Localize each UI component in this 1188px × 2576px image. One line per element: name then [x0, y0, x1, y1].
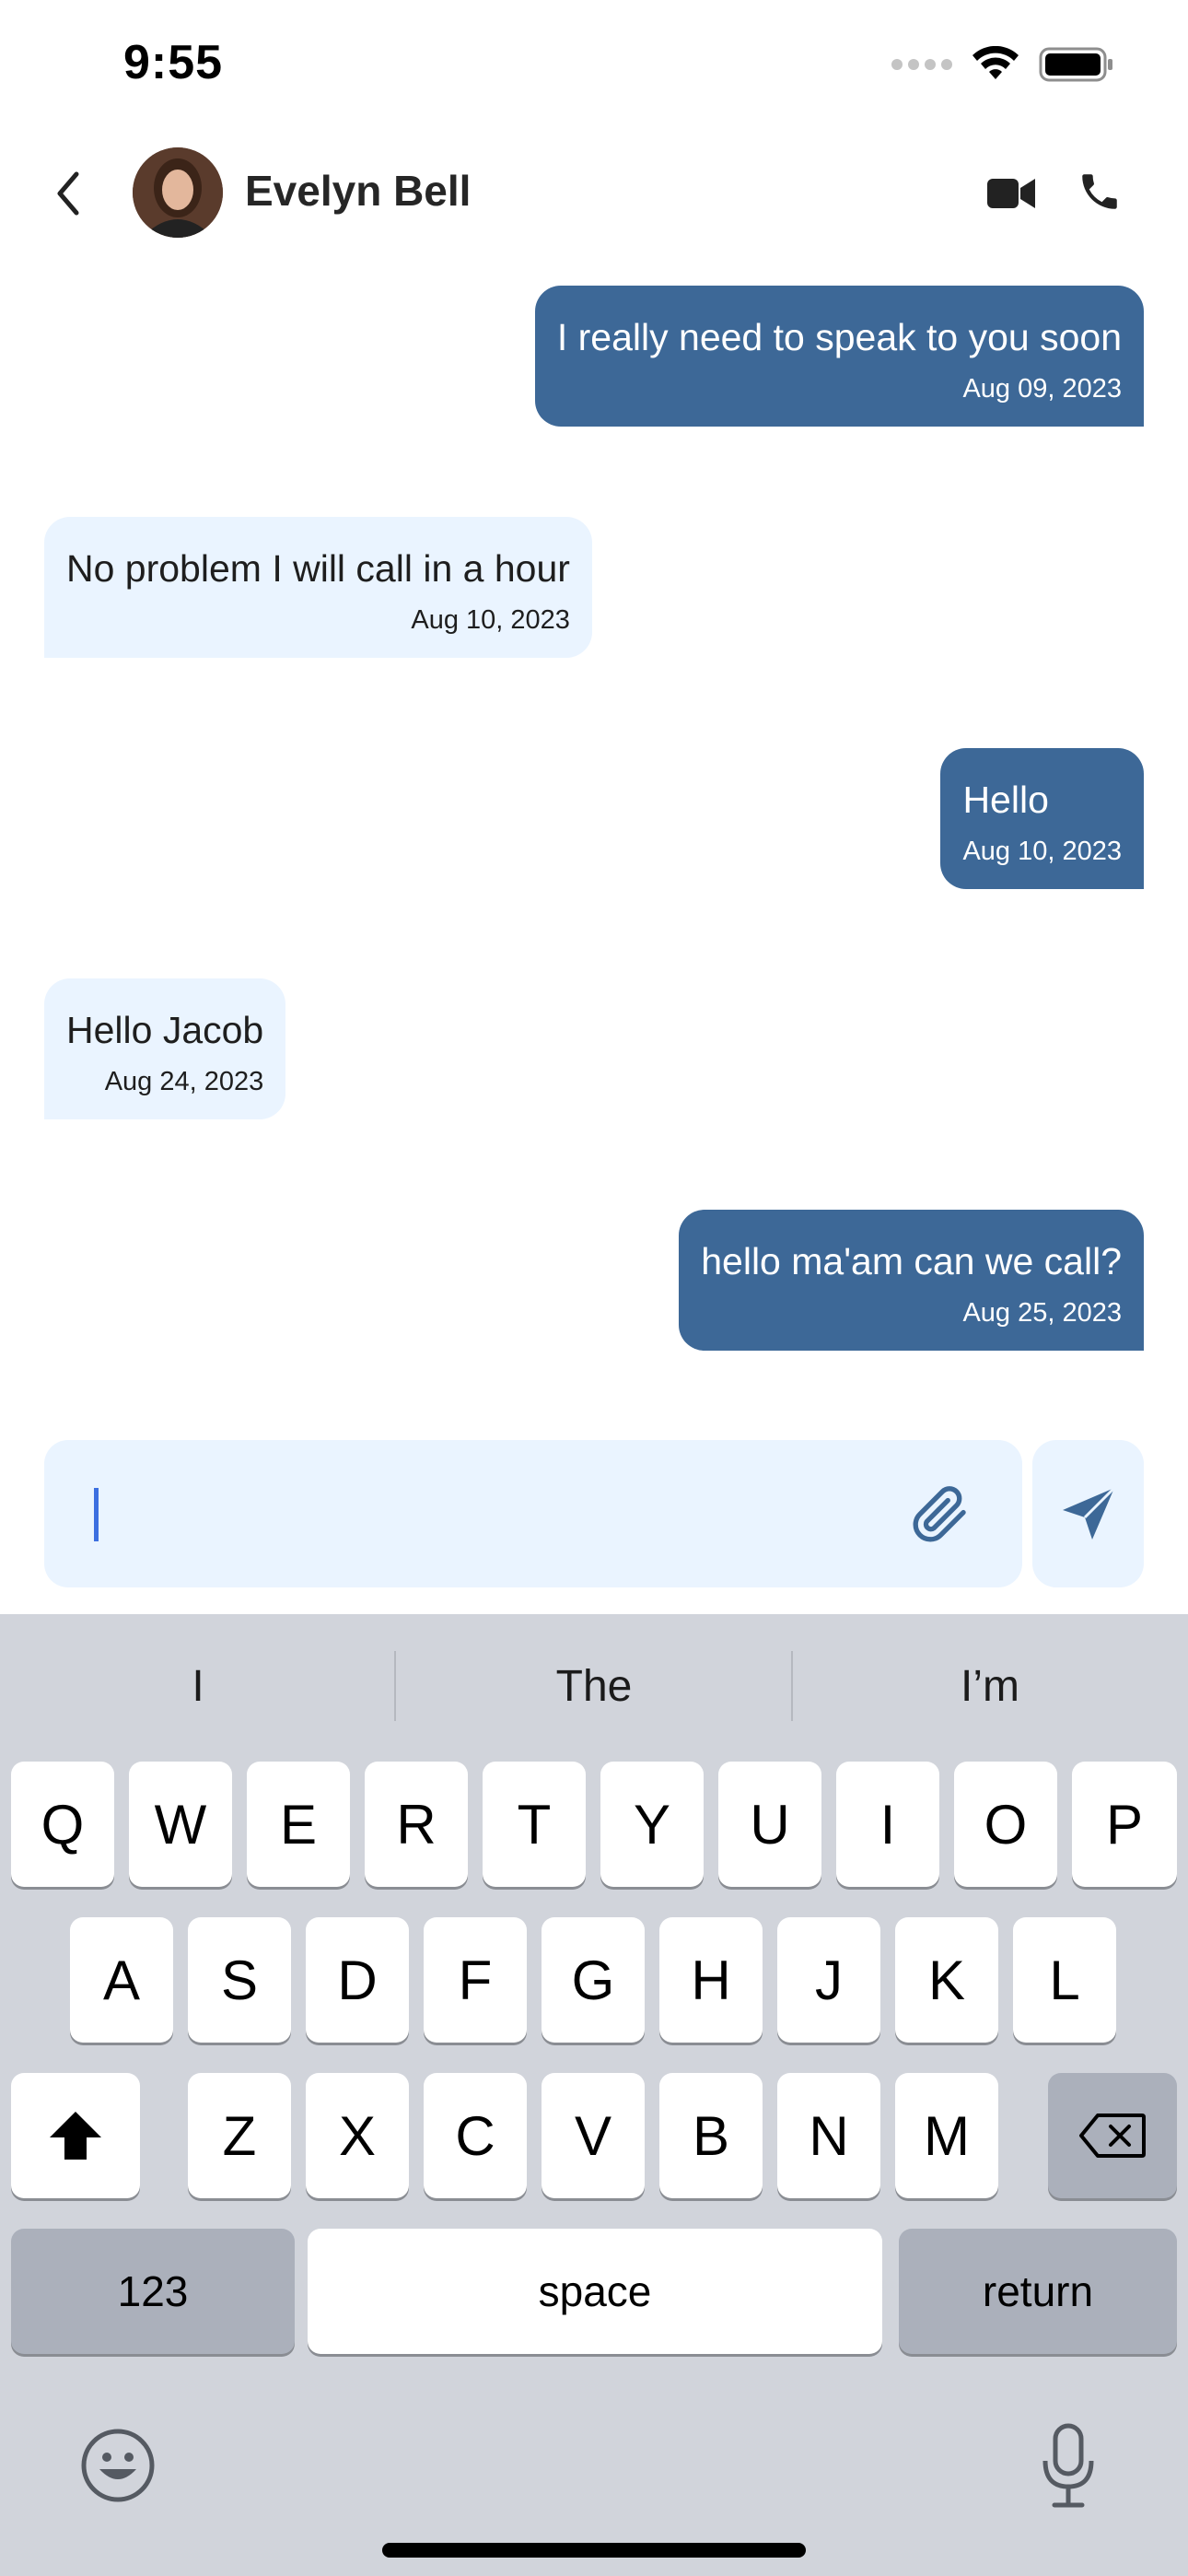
message-date: Aug 09, 2023 [962, 374, 1122, 404]
key-d[interactable]: D [306, 1917, 409, 2043]
message-date: Aug 24, 2023 [104, 1067, 264, 1096]
backspace-icon [1079, 2113, 1146, 2158]
microphone-icon [1042, 2423, 1094, 2508]
voice-call-button[interactable] [1070, 162, 1129, 221]
paperclip-icon [913, 1486, 966, 1542]
phone-icon [1082, 174, 1117, 209]
key-x[interactable]: X [306, 2073, 409, 2198]
key-a[interactable]: A [70, 1917, 173, 2043]
message-date: Aug 10, 2023 [411, 605, 570, 635]
message-input[interactable] [44, 1440, 1022, 1587]
key-b[interactable]: B [659, 2073, 763, 2198]
space-key[interactable]: space [308, 2229, 882, 2354]
chevron-left-icon [57, 171, 79, 216]
message-text: No problem I will call in a hour [66, 547, 570, 590]
key-f[interactable]: F [424, 1917, 527, 2043]
message-bubble-incoming[interactable]: Hello Jacob Aug 24, 2023 [44, 978, 286, 1119]
on-screen-keyboard: I The I’m Q W E R T Y U I O P A S D F G … [0, 1614, 1188, 2576]
battery-icon [1039, 47, 1112, 82]
key-i[interactable]: I [836, 1762, 939, 1887]
return-key[interactable]: return [899, 2229, 1177, 2354]
key-p[interactable]: P [1072, 1762, 1177, 1887]
backspace-key[interactable] [1048, 2073, 1177, 2198]
shift-key[interactable] [11, 2073, 140, 2198]
key-j[interactable]: J [777, 1917, 880, 2043]
key-s[interactable]: S [188, 1917, 291, 2043]
message-date: Aug 25, 2023 [962, 1298, 1122, 1328]
text-cursor [94, 1488, 99, 1541]
key-w[interactable]: W [129, 1762, 232, 1887]
back-button[interactable] [41, 166, 96, 221]
suggestion-item[interactable]: I’m [792, 1661, 1188, 1712]
cellular-signal-icon [891, 59, 952, 70]
key-v[interactable]: V [542, 2073, 645, 2198]
key-r[interactable]: R [365, 1762, 468, 1887]
shift-arrow-icon [50, 2112, 101, 2160]
emoji-button[interactable] [74, 2421, 162, 2510]
key-c[interactable]: C [424, 2073, 527, 2198]
numbers-key[interactable]: 123 [11, 2229, 295, 2354]
send-icon [1062, 1486, 1115, 1540]
emoji-icon [81, 2429, 155, 2502]
key-z[interactable]: Z [188, 2073, 291, 2198]
status-time: 9:55 [123, 36, 224, 89]
message-text: hello ma'am can we call? [701, 1240, 1122, 1282]
video-call-button[interactable] [982, 164, 1041, 223]
status-icons [891, 46, 1114, 83]
suggestion-divider [394, 1651, 396, 1721]
message-text: Hello [962, 779, 1049, 821]
send-button[interactable] [1032, 1440, 1144, 1587]
message-text: Hello Jacob [66, 1009, 264, 1051]
suggestion-divider [791, 1651, 793, 1721]
key-m[interactable]: M [895, 2073, 998, 2198]
contact-name[interactable]: Evelyn Bell [245, 166, 471, 216]
key-t[interactable]: T [483, 1762, 586, 1887]
avatar[interactable] [133, 147, 223, 238]
message-bubble-outgoing[interactable]: hello ma'am can we call? Aug 25, 2023 [679, 1210, 1144, 1351]
video-camera-icon [987, 179, 1035, 208]
key-k[interactable]: K [895, 1917, 998, 2043]
dictation-button[interactable] [1024, 2416, 1112, 2517]
key-e[interactable]: E [247, 1762, 350, 1887]
message-bubble-outgoing[interactable]: Hello Aug 10, 2023 [940, 748, 1144, 889]
key-l[interactable]: L [1013, 1917, 1116, 2043]
message-date: Aug 10, 2023 [962, 837, 1122, 866]
key-y[interactable]: Y [600, 1762, 704, 1887]
message-text: I really need to speak to you soon [556, 316, 1122, 358]
suggestion-bar: I The I’m [0, 1614, 1188, 1758]
message-bubble-incoming[interactable]: No problem I will call in a hour Aug 10,… [44, 517, 592, 658]
key-n[interactable]: N [777, 2073, 880, 2198]
key-g[interactable]: G [542, 1917, 645, 2043]
key-o[interactable]: O [954, 1762, 1057, 1887]
wifi-icon [973, 46, 1019, 79]
home-indicator[interactable] [382, 2543, 806, 2558]
message-bubble-outgoing[interactable]: I really need to speak to you soon Aug 0… [534, 286, 1144, 427]
key-u[interactable]: U [718, 1762, 821, 1887]
attach-button[interactable] [910, 1484, 971, 1545]
suggestion-item[interactable]: I [0, 1661, 396, 1712]
chat-header: Evelyn Bell [0, 138, 1188, 249]
key-h[interactable]: H [659, 1917, 763, 2043]
suggestion-item[interactable]: The [396, 1661, 792, 1712]
key-q[interactable]: Q [11, 1762, 114, 1887]
status-bar: 9:55 [0, 0, 1188, 129]
